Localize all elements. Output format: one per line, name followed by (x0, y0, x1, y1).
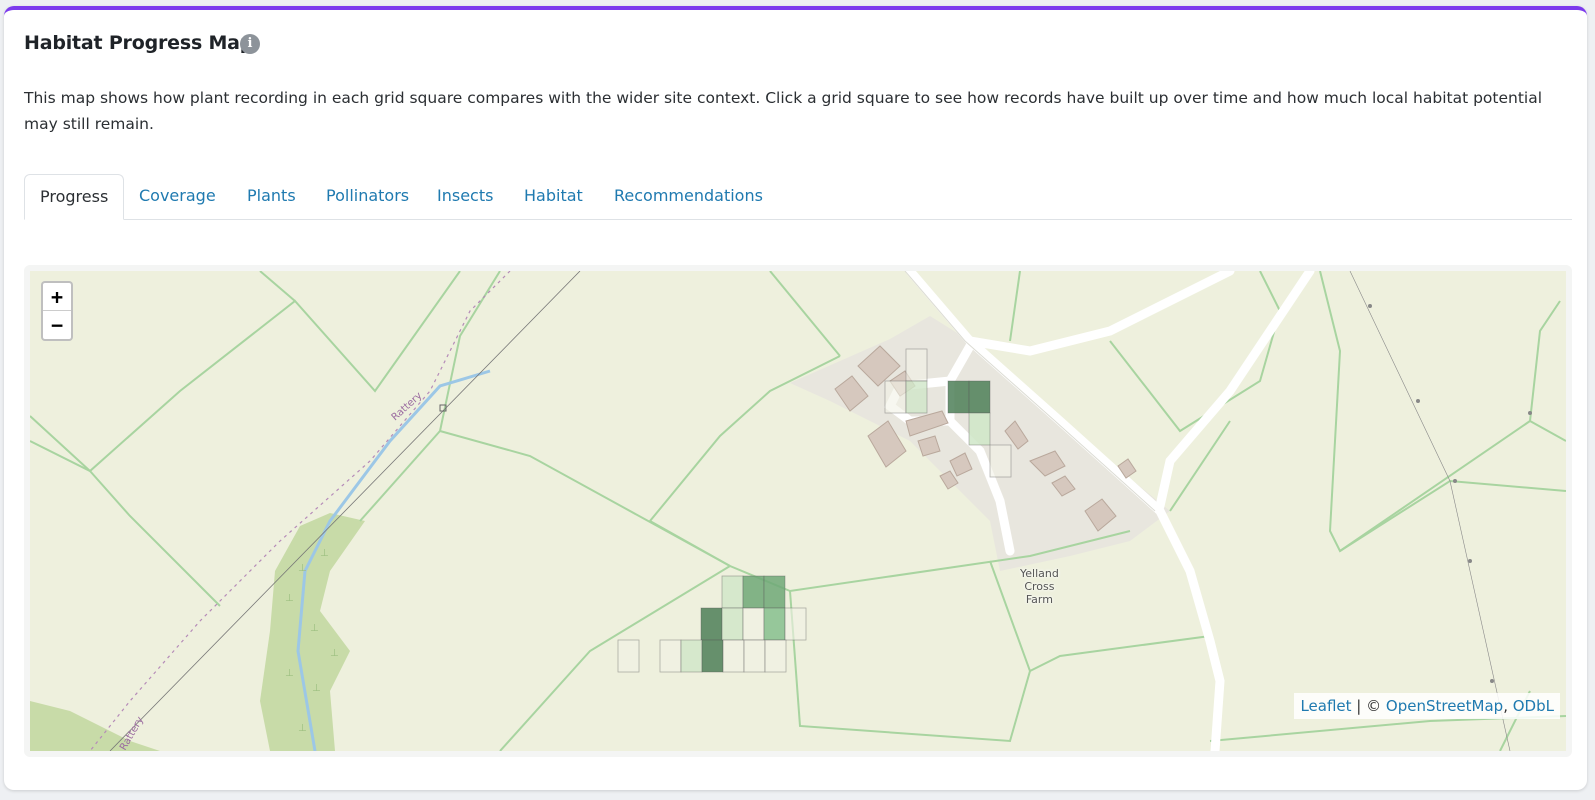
attribution-comma: , (1503, 697, 1513, 715)
grid-square (763, 607, 786, 641)
grid-square (764, 639, 787, 673)
osm-link[interactable]: OpenStreetMap (1386, 697, 1503, 715)
grid-square (617, 639, 640, 673)
place-label-line: Farm (1025, 593, 1053, 606)
tab-recommendations[interactable]: Recommendations (599, 174, 778, 220)
svg-text:⊥: ⊥ (298, 723, 307, 734)
place-label-line: Cross (1024, 580, 1055, 593)
odbl-link[interactable]: ODbL (1513, 697, 1554, 715)
grid-square (680, 639, 703, 673)
svg-text:⊥: ⊥ (312, 683, 321, 694)
grid-square (722, 639, 745, 673)
grid-square (763, 575, 786, 609)
tab-plants[interactable]: Plants (232, 174, 311, 220)
map-description: This map shows how plant recording in ea… (24, 89, 1543, 133)
tab-bar: Progress Coverage Plants Pollinators Ins… (24, 164, 1572, 220)
zoom-control: + − (41, 281, 73, 341)
habitat-progress-card: Habitat Progress Map i This map shows ho… (4, 6, 1587, 790)
zoom-out-button[interactable]: − (43, 311, 71, 339)
grid-square (905, 380, 928, 414)
grid-square (905, 348, 928, 382)
progress-grid (617, 348, 1012, 673)
grid-square (742, 575, 765, 609)
tab-habitat[interactable]: Habitat (509, 174, 598, 220)
place-label: Yelland Cross Farm (1020, 567, 1059, 606)
power-line-east (1349, 271, 1511, 751)
grid-square (721, 607, 744, 641)
grid-square (884, 380, 907, 414)
svg-text:⊥: ⊥ (310, 623, 319, 634)
info-icon[interactable]: i (240, 34, 260, 54)
grid-square (784, 607, 807, 641)
grid-square (947, 380, 970, 414)
grid-square (742, 607, 765, 641)
svg-text:⊥: ⊥ (285, 668, 294, 679)
basemap: ⊥ ⊥ ⊥ ⊥ ⊥ ⊥ ⊥ ⊥ Rattery Rattery (30, 271, 1566, 751)
progress-map[interactable]: ⊥ ⊥ ⊥ ⊥ ⊥ ⊥ ⊥ ⊥ Rattery Rattery Yelland … (30, 271, 1566, 751)
tab-insects[interactable]: Insects (422, 174, 508, 220)
svg-text:⊥: ⊥ (320, 548, 329, 559)
power-line (109, 271, 581, 751)
place-label-line: Yelland (1020, 567, 1059, 580)
attribution-separator: | © (1351, 697, 1386, 715)
svg-text:⊥: ⊥ (298, 563, 307, 574)
grid-square (743, 639, 766, 673)
grid-square (989, 444, 1012, 478)
map-container: ⊥ ⊥ ⊥ ⊥ ⊥ ⊥ ⊥ ⊥ Rattery Rattery Yelland … (24, 265, 1572, 757)
tab-progress[interactable]: Progress (24, 174, 125, 220)
grid-square (968, 380, 991, 414)
zoom-in-button[interactable]: + (43, 283, 71, 311)
tab-coverage[interactable]: Coverage (124, 174, 231, 220)
grid-square (659, 639, 682, 673)
grid-square (721, 575, 744, 609)
field-boundaries (30, 271, 1566, 751)
grid-square (968, 412, 991, 446)
leaflet-link[interactable]: Leaflet (1300, 697, 1351, 715)
tab-pollinators[interactable]: Pollinators (311, 174, 424, 220)
page-title: Habitat Progress Map (24, 32, 254, 54)
svg-text:⊥: ⊥ (330, 648, 339, 659)
grid-square (701, 639, 724, 673)
svg-text:⊥: ⊥ (285, 593, 294, 604)
grid-square (700, 607, 723, 641)
map-attribution: Leaflet | © OpenStreetMap, ODbL (1294, 693, 1560, 719)
